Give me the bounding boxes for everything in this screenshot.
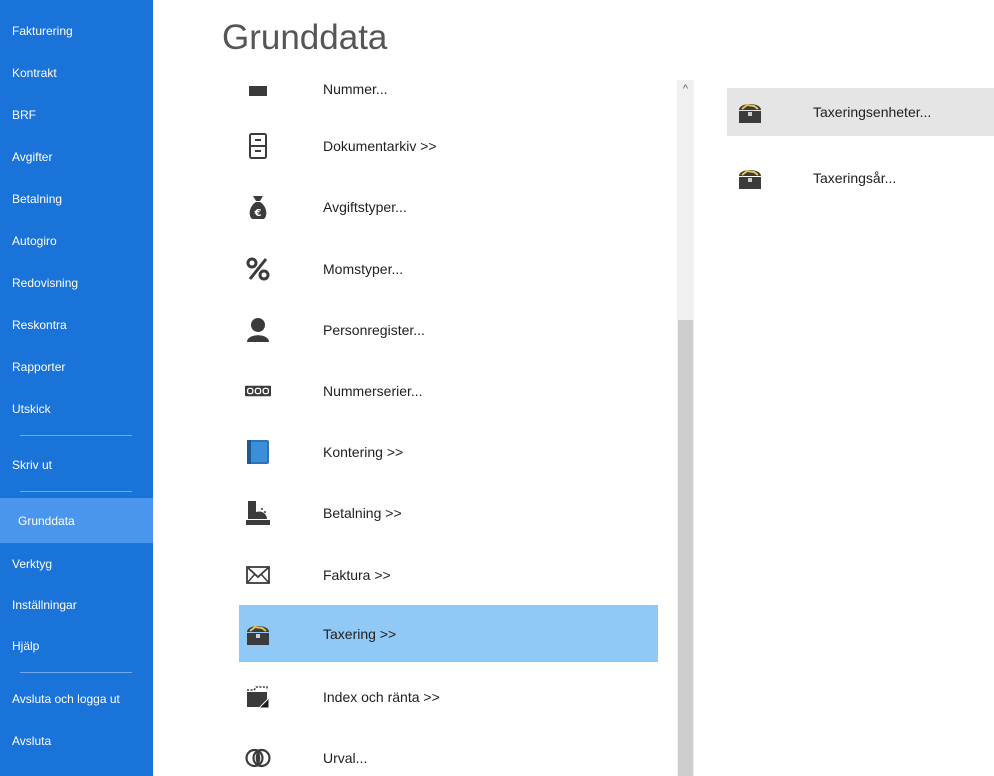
sidebar-item-skriv-ut[interactable]: Skriv ut	[0, 444, 153, 486]
cash-register-icon	[245, 500, 271, 526]
sidebar-item-autogiro[interactable]: Autogiro	[0, 220, 153, 262]
sidebar-divider	[20, 672, 132, 673]
menu-item-label: Momstyper...	[323, 260, 404, 277]
menu-item-dokumentarkiv[interactable]: Dokumentarkiv >>	[239, 117, 658, 174]
number-counter-icon	[245, 378, 271, 404]
treasure-chest-icon	[737, 99, 763, 125]
menu-item-momstyper[interactable]: Momstyper...	[239, 240, 658, 297]
sidebar-divider	[20, 491, 132, 492]
menu-item-label: Taxering >>	[323, 625, 397, 642]
sidebar-item-hjalp[interactable]: Hjälp	[0, 625, 153, 667]
menu-item-kontering[interactable]: Kontering >>	[239, 423, 658, 480]
grunddata-menu-list: Nummer... Dokumentarkiv >> € Avgiftstype…	[239, 80, 677, 776]
sidebar-item-brf[interactable]: BRF	[0, 94, 153, 136]
sidebar-item-reskontra[interactable]: Reskontra	[0, 304, 153, 346]
sidebar-item-utskick[interactable]: Utskick	[0, 388, 153, 430]
menu-item-avgiftstyper[interactable]: € Avgiftstyper...	[239, 178, 658, 235]
file-cabinet-icon	[245, 132, 271, 159]
sidebar-item-grunddata[interactable]: Grunddata	[0, 498, 153, 543]
menu-item-nummer[interactable]: Nummer...	[239, 80, 658, 117]
menu-item-index-och-ranta[interactable]: Index och ränta >>	[239, 668, 658, 725]
sidebar-item-rapporter[interactable]: Rapporter	[0, 346, 153, 388]
submenu-item-label: Taxeringsår...	[813, 170, 897, 186]
sidebar-item-avgifter[interactable]: Avgifter	[0, 136, 153, 178]
svg-text:€: €	[254, 208, 262, 219]
sidebar-item-installningar[interactable]: Inställningar	[0, 585, 153, 625]
menu-item-label: Index och ränta >>	[323, 688, 440, 705]
envelope-icon	[245, 562, 271, 588]
money-bag-icon: €	[245, 194, 271, 220]
sidebar-item-avsluta[interactable]: Avsluta	[0, 720, 153, 762]
menu-item-label: Betalning >>	[323, 504, 402, 521]
sidebar-item-kontrakt[interactable]: Kontrakt	[0, 52, 153, 94]
sidebar-item-verktyg[interactable]: Verktyg	[0, 543, 153, 585]
sidebar: Fakturering Kontrakt BRF Avgifter Betaln…	[0, 0, 153, 776]
menu-item-label: Personregister...	[323, 321, 425, 338]
menu-item-label: Nummerserier...	[323, 382, 423, 399]
menu-item-taxering[interactable]: Taxering >>	[239, 605, 658, 662]
sidebar-item-fakturering[interactable]: Fakturering	[0, 10, 153, 52]
menu-item-label: Avgiftstyper...	[323, 198, 407, 215]
sidebar-item-redovisning[interactable]: Redovisning	[0, 262, 153, 304]
treasure-chest-icon	[737, 165, 763, 191]
menu-item-faktura[interactable]: Faktura >>	[239, 546, 658, 603]
folder-chart-icon	[245, 684, 271, 710]
menu-item-personregister[interactable]: Personregister...	[239, 301, 658, 358]
page-title: Grunddata	[222, 18, 388, 57]
treasure-chest-icon	[245, 621, 271, 647]
sidebar-item-avsluta-och-logga-ut[interactable]: Avsluta och logga ut	[0, 678, 153, 720]
menu-item-label: Kontering >>	[323, 443, 404, 460]
menu-item-nummerserier[interactable]: Nummerserier...	[239, 362, 658, 419]
scroll-up-button[interactable]: ^	[677, 80, 694, 97]
submenu-item-taxeringsenheter[interactable]: Taxeringsenheter...	[727, 88, 994, 136]
menu-item-urval[interactable]: Urval...	[239, 729, 658, 776]
menu-scrollbar[interactable]: ^	[677, 80, 694, 776]
menu-item-label: Urval...	[323, 749, 368, 766]
percent-icon	[245, 256, 271, 282]
menu-item-label: Faktura >>	[323, 566, 391, 583]
square-icon	[245, 80, 271, 102]
menu-item-label: Dokumentarkiv >>	[323, 137, 437, 154]
taxering-submenu: Taxeringsenheter... Taxeringsår...	[727, 80, 994, 220]
venn-circles-icon	[245, 745, 271, 771]
menu-item-betalning[interactable]: Betalning >>	[239, 484, 658, 541]
scroll-thumb[interactable]	[678, 320, 693, 776]
submenu-item-label: Taxeringsenheter...	[813, 104, 932, 120]
sidebar-item-betalning[interactable]: Betalning	[0, 178, 153, 220]
submenu-item-taxeringsar[interactable]: Taxeringsår...	[727, 154, 994, 202]
sidebar-divider	[20, 435, 132, 436]
person-icon	[245, 317, 271, 343]
menu-item-label: Nummer...	[323, 80, 388, 97]
book-icon	[245, 439, 271, 465]
